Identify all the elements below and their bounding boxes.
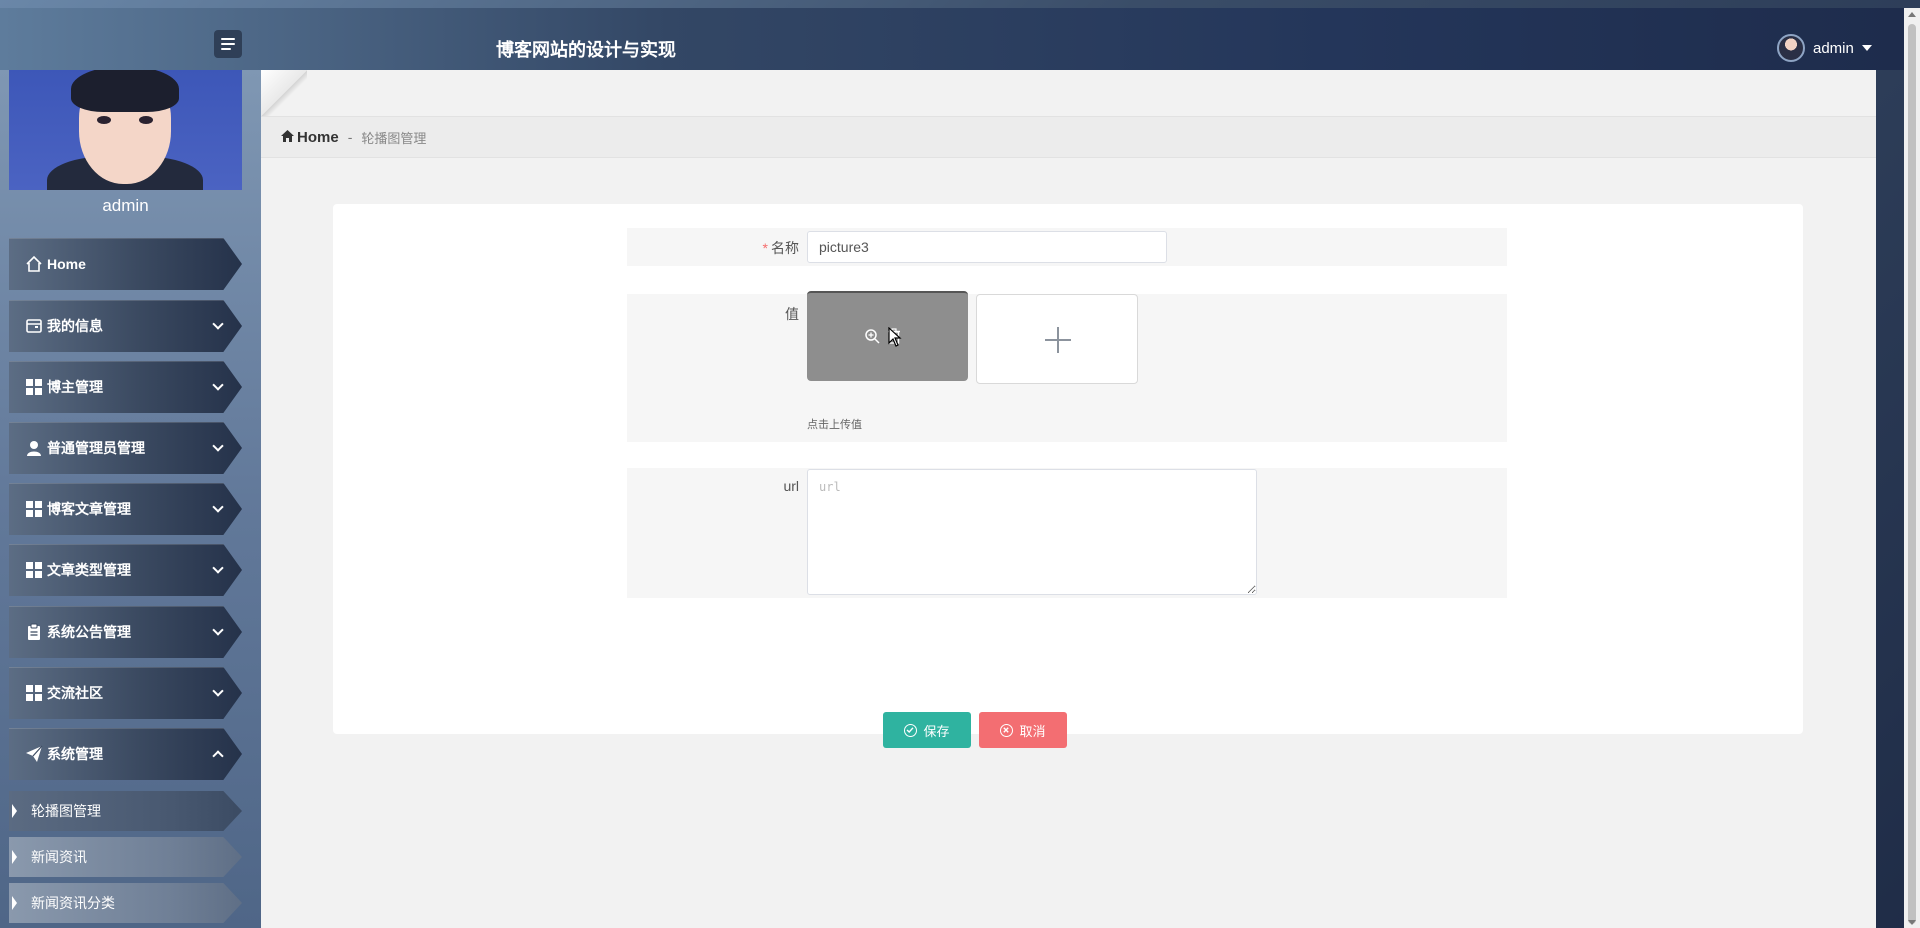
zoom-in-icon[interactable]: [863, 327, 881, 345]
grid-icon: [25, 684, 43, 702]
sidebar-item-label: 系统公告管理: [47, 624, 131, 640]
sidebar-item-label: Home: [47, 256, 86, 272]
name-label: * 名称: [762, 240, 799, 256]
name-input[interactable]: [807, 231, 1167, 263]
page-scrollbar[interactable]: [1904, 8, 1920, 928]
cancel-button[interactable]: 取消: [979, 712, 1067, 748]
sidebar-subitem-label: 新闻资讯分类: [31, 895, 115, 911]
grid-icon: [25, 561, 43, 579]
chevron-down-icon: [212, 624, 224, 636]
sidebar-username: admin: [102, 196, 149, 215]
sidebar-subitem-label: 新闻资讯: [31, 849, 87, 865]
caret-down-icon: [1861, 45, 1872, 51]
value-label: 值: [785, 306, 799, 322]
user-icon: [25, 439, 43, 457]
sidebar-subitem-label: 轮播图管理: [31, 803, 101, 819]
scroll-down-icon[interactable]: [1908, 920, 1916, 925]
close-circle-icon: [1000, 723, 1014, 737]
sidebar-item-my-info[interactable]: 我的信息: [9, 300, 242, 352]
required-mark: *: [762, 240, 768, 256]
user-menu[interactable]: admin: [1777, 34, 1872, 62]
grid-icon: [25, 500, 43, 518]
form-row-value: 值 点击上传值: [627, 291, 1507, 442]
chevron-down-icon: [212, 318, 224, 330]
sidebar-subitem-news[interactable]: 新闻资讯: [9, 837, 242, 877]
user-avatar: [1777, 34, 1805, 62]
chevron-down-icon: [212, 562, 224, 574]
form-row-url: url: [627, 468, 1507, 598]
chevron-up-icon: [212, 750, 224, 762]
form-row-name: * 名称: [627, 228, 1507, 266]
sidebar-item-label: 普通管理员管理: [47, 440, 145, 456]
site-title: 博客网站的设计与实现: [496, 40, 676, 60]
sidebar-item-label: 博客文章管理: [47, 501, 131, 517]
paper-plane-icon: [25, 745, 43, 763]
breadcrumb-home-label: Home: [297, 128, 339, 146]
breadcrumb: Home - 轮播图管理: [261, 116, 1876, 158]
sidebar-item-system[interactable]: 系统管理: [9, 728, 242, 780]
sidebar-item-blogger[interactable]: 博主管理: [9, 361, 242, 413]
sidebar-subitem-news-category[interactable]: 新闻资讯分类: [9, 883, 242, 923]
home-icon: [25, 255, 43, 273]
upload-plus-button[interactable]: [976, 294, 1138, 384]
check-circle-icon: [904, 723, 918, 737]
avatar: [9, 70, 242, 190]
cancel-label: 取消: [1019, 723, 1046, 739]
page-curl-decoration: [261, 70, 307, 116]
chevron-down-icon: [212, 501, 224, 513]
sidebar-item-articles[interactable]: 博客文章管理: [9, 483, 242, 535]
upload-hint: 点击上传值: [807, 419, 862, 431]
url-label: url: [783, 478, 799, 494]
breadcrumb-home[interactable]: Home: [281, 129, 339, 146]
chevron-down-icon: [212, 379, 224, 391]
scroll-up-icon[interactable]: [1908, 12, 1916, 17]
sidebar-subitem-carousel[interactable]: 轮播图管理: [9, 791, 242, 831]
scrollbar-thumb[interactable]: [1908, 24, 1916, 924]
sidebar-item-label: 系统管理: [47, 746, 103, 762]
form-card: *名称 值 点击上传值 url: [333, 204, 1803, 748]
user-name: admin: [1813, 39, 1854, 57]
chevron-down-icon: [212, 440, 224, 452]
chevron-down-icon: [212, 685, 224, 697]
top-bar: 博客网站的设计与实现 admin: [0, 8, 1904, 70]
sidebar-item-label: 我的信息: [47, 318, 103, 334]
home-icon: [281, 129, 294, 146]
sidebar-item-home[interactable]: Home: [9, 238, 242, 290]
url-textarea[interactable]: [807, 469, 1257, 595]
clipboard-icon: [25, 623, 43, 641]
save-button[interactable]: 保存: [883, 712, 971, 748]
grid-icon: [25, 378, 43, 396]
sidebar-item-label: 交流社区: [47, 685, 103, 701]
menu-toggle-icon[interactable]: [214, 30, 242, 58]
sidebar-item-label: 文章类型管理: [47, 562, 131, 578]
breadcrumb-separator: -: [347, 129, 353, 145]
breadcrumb-current: 轮播图管理: [361, 130, 427, 146]
mouse-cursor-icon: [888, 326, 902, 350]
sidebar-item-label: 博主管理: [47, 379, 103, 395]
sidebar-item-article-types[interactable]: 文章类型管理: [9, 544, 242, 596]
wallet-icon: [25, 317, 43, 335]
sidebar-item-admin[interactable]: 普通管理员管理: [9, 422, 242, 474]
save-label: 保存: [923, 723, 950, 739]
main-content: Home - 轮播图管理 *名称 值 点: [261, 70, 1876, 928]
sidebar-item-community[interactable]: 交流社区: [9, 667, 242, 719]
sidebar-item-notices[interactable]: 系统公告管理: [9, 606, 242, 658]
sidebar: admin Home 我的信息 博主管理 普通管理员管理 博客文章管理 文章类型…: [0, 70, 261, 928]
